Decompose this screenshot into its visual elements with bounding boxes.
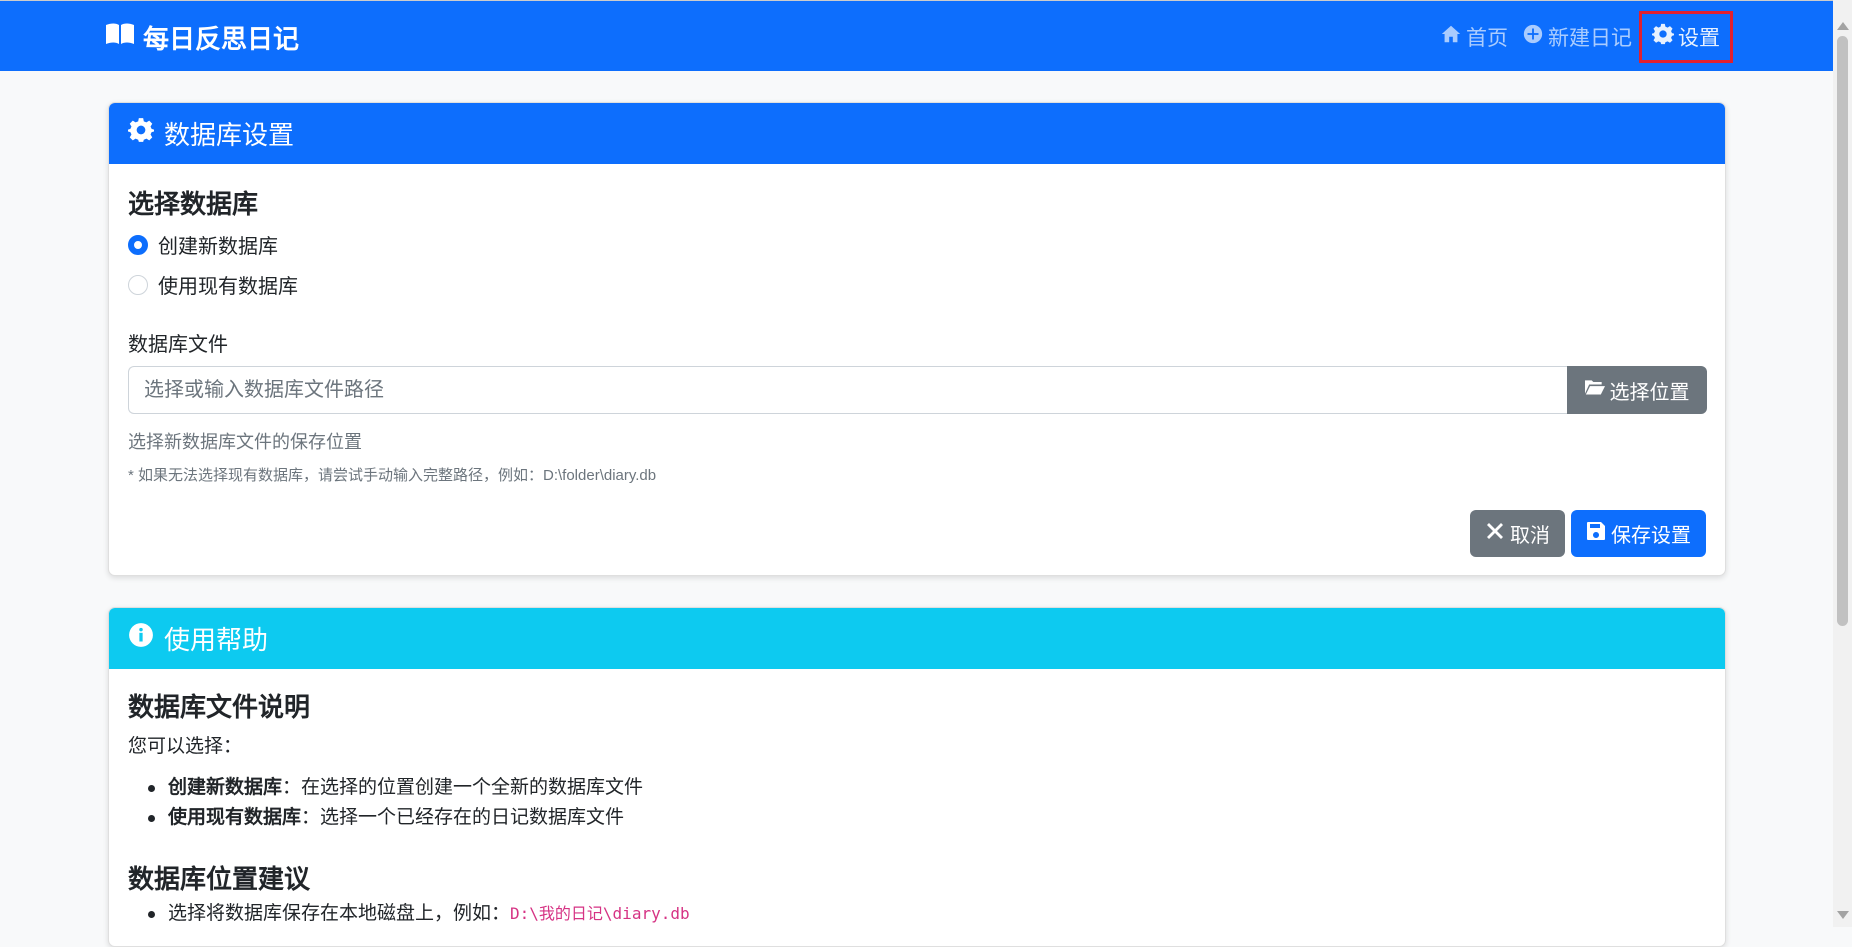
section-title: 选择数据库 (128, 189, 259, 219)
database-settings-card: 数据库设置 选择数据库 创建新数据库 使用现有数据库 数据库文件 选择位置 选择… (108, 102, 1726, 576)
list-item-text: ：选择一个已经存在的日记数据库文件 (301, 807, 625, 828)
cancel-button[interactable]: 取消 (1470, 510, 1565, 557)
path-note: * 如果无法选择现有数据库，请尝试手动输入完整路径，例如：D:\folder\d… (128, 467, 657, 484)
radio-create-new[interactable]: 创建新数据库 (128, 230, 278, 259)
button-label: 取消 (1510, 525, 1550, 547)
code-path: D:\我的日记\diary.db (510, 904, 690, 923)
card-title: 使用帮助 (164, 625, 269, 655)
database-settings-header: 数据库设置 (109, 103, 1725, 164)
choose-location-button[interactable]: 选择位置 (1567, 366, 1707, 414)
list-item-bold: 创建新数据库 (168, 777, 283, 798)
folder-open-icon (1584, 377, 1605, 403)
gear-icon (128, 117, 154, 150)
nav-link-label: 设置 (1678, 26, 1720, 50)
database-file-input-group: 选择位置 (128, 366, 1707, 414)
button-label: 选择位置 (1609, 381, 1690, 404)
help-body: 数据库文件说明 您可以选择： 创建新数据库：在选择的位置创建一个全新的数据库文件… (109, 669, 1725, 946)
nav-link-label: 新建日记 (1548, 26, 1632, 50)
help-header: 使用帮助 (109, 608, 1725, 669)
help-section-title: 数据库位置建议 (128, 864, 311, 894)
card-title: 数据库设置 (164, 120, 295, 150)
nav-links: 首页 新建日记 设置 (1433, 1, 1833, 72)
page-scrollbar[interactable] (1833, 0, 1852, 927)
home-icon (1440, 23, 1462, 51)
list-item-bold: 使用现有数据库 (168, 807, 302, 828)
file-help-text: 选择新数据库文件的保存位置 (128, 432, 362, 452)
nav-link-home[interactable]: 首页 (1433, 11, 1515, 63)
close-icon (1485, 521, 1505, 547)
database-path-input[interactable] (128, 366, 1567, 414)
form-actions: 取消 保存设置 (1470, 510, 1706, 557)
option-list: 创建新数据库：在选择的位置创建一个全新的数据库文件 使用现有数据库：选择一个已经… (128, 773, 643, 833)
list-item: 选择将数据库保存在本地磁盘上，例如：D:\我的日记\diary.db (148, 899, 690, 929)
scroll-up-arrow-icon[interactable] (1837, 22, 1849, 30)
list-item: 使用现有数据库：选择一个已经存在的日记数据库文件 (148, 803, 643, 833)
location-list: 选择将数据库保存在本地磁盘上，例如：D:\我的日记\diary.db (128, 899, 690, 929)
brand[interactable]: 每日反思日记 (105, 19, 299, 56)
scroll-thumb[interactable] (1837, 36, 1848, 626)
brand-title: 每日反思日记 (143, 24, 300, 54)
database-file-label: 数据库文件 (128, 334, 228, 356)
nav-link-new-entry[interactable]: 新建日记 (1515, 11, 1639, 63)
help-section-title: 数据库文件说明 (128, 692, 311, 722)
radio-button[interactable] (128, 234, 148, 255)
list-item-text: 选择将数据库保存在本地磁盘上，例如： (168, 903, 511, 924)
top-navbar: 每日反思日记 首页 新建日记 设置 (0, 0, 1833, 71)
radio-button[interactable] (128, 274, 148, 295)
info-circle-icon (128, 622, 154, 655)
nav-link-label: 首页 (1466, 26, 1508, 50)
book-open-icon (105, 22, 135, 53)
save-settings-button[interactable]: 保存设置 (1571, 510, 1706, 557)
list-item-text: ：在选择的位置创建一个全新的数据库文件 (282, 777, 644, 798)
gear-icon (1652, 23, 1674, 51)
button-label: 保存设置 (1611, 525, 1691, 547)
scroll-down-arrow-icon[interactable] (1837, 911, 1849, 919)
radio-use-existing[interactable]: 使用现有数据库 (128, 270, 298, 299)
help-card: 使用帮助 数据库文件说明 您可以选择： 创建新数据库：在选择的位置创建一个全新的… (108, 607, 1726, 947)
radio-label: 使用现有数据库 (158, 276, 298, 298)
save-icon (1586, 521, 1606, 547)
help-intro: 您可以选择： (128, 736, 243, 757)
database-settings-body: 选择数据库 创建新数据库 使用现有数据库 数据库文件 选择位置 选择新数据库文件… (109, 164, 1725, 575)
list-item: 创建新数据库：在选择的位置创建一个全新的数据库文件 (148, 773, 643, 803)
plus-circle-icon (1522, 23, 1544, 51)
radio-label: 创建新数据库 (158, 236, 278, 258)
nav-link-settings[interactable]: 设置 (1639, 10, 1733, 63)
